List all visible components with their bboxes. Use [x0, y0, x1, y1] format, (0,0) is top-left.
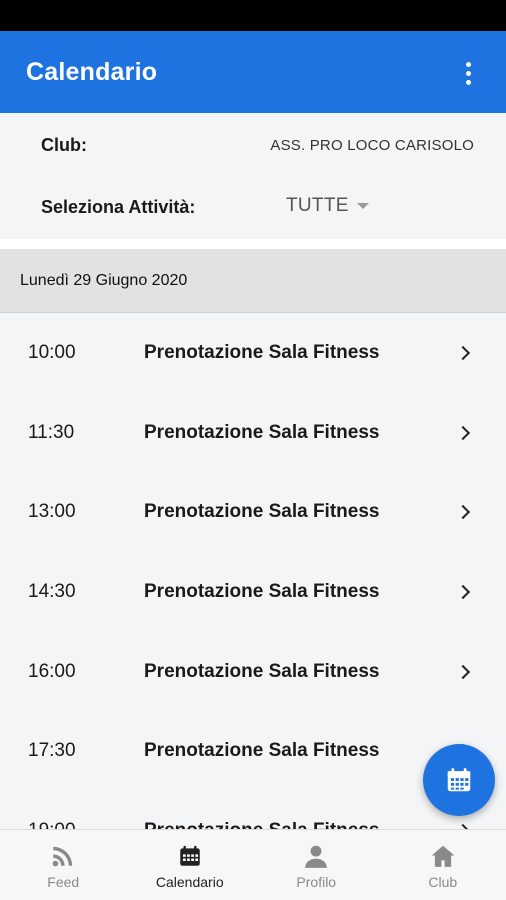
home-icon: [431, 845, 455, 867]
bottom-nav: Feed Calendario Profilo Club: [0, 829, 506, 900]
session-time: 14:30: [28, 580, 76, 602]
session-time: 19:00: [28, 820, 76, 829]
activity-dropdown[interactable]: TUTTE: [286, 195, 369, 217]
activity-dropdown-value: TUTTE: [286, 195, 349, 216]
session-title: Prenotazione Sala Fitness: [144, 740, 380, 762]
nav-label-feed: Feed: [47, 874, 80, 890]
session-title: Prenotazione Sala Fitness: [144, 580, 380, 602]
session-row[interactable]: 16:00 Prenotazione Sala Fitness: [0, 632, 506, 712]
session-title: Prenotazione Sala Fitness: [144, 341, 380, 363]
overflow-menu-icon[interactable]: [456, 59, 480, 87]
session-time: 11:30: [28, 421, 75, 443]
activity-label: Seleziona Attività:: [41, 197, 196, 217]
nav-item-profilo[interactable]: Profilo: [253, 830, 380, 900]
session-title: Prenotazione Sala Fitness: [144, 421, 380, 443]
nav-label-club: Club: [428, 874, 458, 890]
club-label: Club:: [41, 135, 87, 155]
session-title: Prenotazione Sala Fitness: [144, 660, 380, 682]
nav-item-calendario[interactable]: Calendario: [127, 830, 254, 900]
nav-label-profilo: Profilo: [296, 874, 337, 890]
session-list: 10:00 Prenotazione Sala Fitness 11:30 Pr…: [0, 313, 506, 829]
page-title: Calendario: [26, 57, 158, 86]
date-header: Lunedì 29 Giugno 2020: [0, 249, 506, 313]
divider: [0, 239, 506, 249]
session-time: 17:30: [28, 740, 76, 762]
session-time: 10:00: [28, 341, 76, 363]
session-time: 16:00: [28, 660, 76, 682]
session-title: Prenotazione Sala Fitness: [144, 501, 380, 523]
session-row[interactable]: 11:30 Prenotazione Sala Fitness: [0, 393, 506, 473]
chevron-right-icon: [455, 664, 471, 679]
session-row[interactable]: 13:00 Prenotazione Sala Fitness: [0, 472, 506, 552]
session-row[interactable]: 10:00 Prenotazione Sala Fitness: [0, 313, 506, 393]
status-bar: [0, 0, 506, 31]
calendar-fab-button[interactable]: [423, 744, 495, 816]
session-row[interactable]: 14:30 Prenotazione Sala Fitness: [0, 552, 506, 632]
chevron-right-icon: [455, 345, 471, 360]
chevron-right-icon: [455, 584, 471, 599]
date-header-text: Lunedì 29 Giugno 2020: [20, 271, 188, 289]
nav-item-feed[interactable]: Feed: [0, 830, 127, 900]
club-value: ASS. PRO LOCO CARISOLO: [270, 137, 474, 154]
calendar-icon: [180, 845, 200, 866]
nav-label-calendario: Calendario: [155, 874, 224, 890]
rss-feed-icon: [52, 846, 73, 867]
person-icon: [305, 845, 328, 868]
calendar-icon: [447, 768, 471, 792]
app-bar: Calendario: [0, 31, 506, 113]
chevron-right-icon: [455, 425, 471, 440]
caret-down-icon: [356, 203, 369, 209]
nav-item-club[interactable]: Club: [380, 830, 506, 900]
session-title: Prenotazione Sala Fitness: [144, 820, 379, 829]
session-time: 13:00: [28, 501, 76, 523]
chevron-right-icon: [455, 505, 471, 520]
filters-panel: Club: ASS. PRO LOCO CARISOLO Seleziona A…: [0, 113, 506, 239]
